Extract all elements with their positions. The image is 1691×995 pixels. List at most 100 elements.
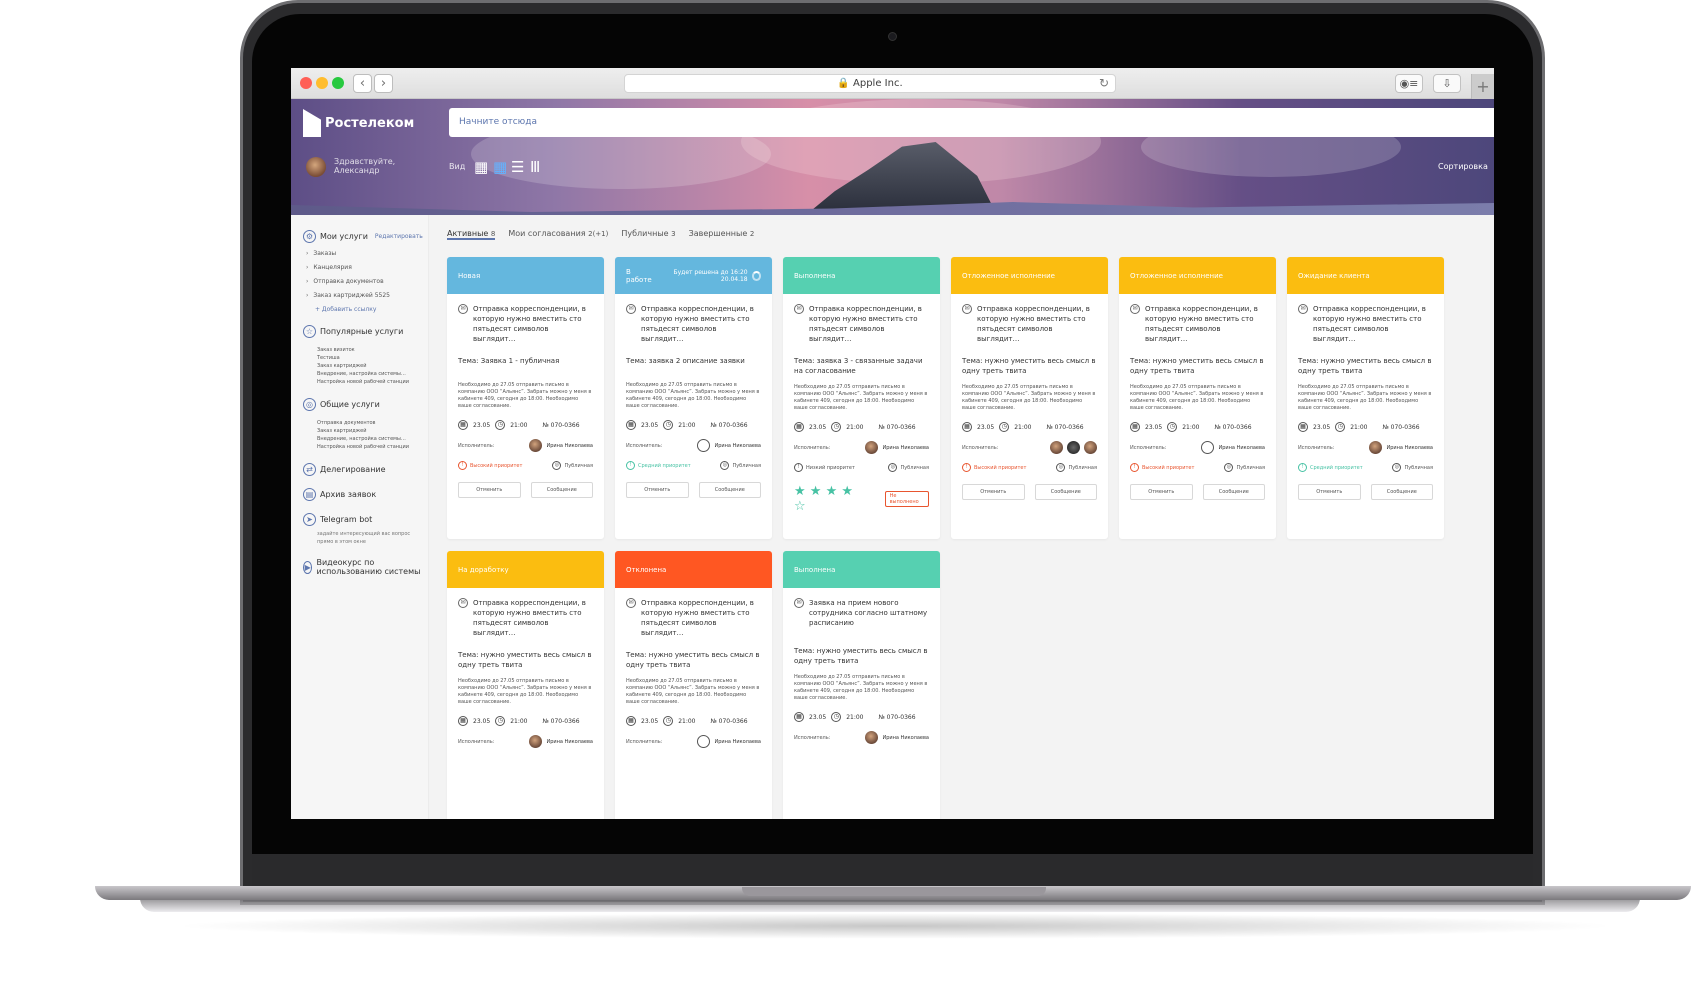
executor-avatar[interactable] — [865, 731, 879, 744]
sidebar-item-test[interactable]: Тестиша — [317, 354, 428, 362]
executor-avatar[interactable] — [1084, 441, 1097, 454]
sidebar-item-workstation[interactable]: Настройка новой рабочей станции — [317, 378, 428, 386]
tab-completed[interactable]: Завершенные 2 — [689, 229, 755, 240]
card-status-header: Отложенное исполнение — [1119, 257, 1276, 294]
request-card[interactable]: Отклонена ✉ Отправка корреспонденции, в к… — [615, 551, 772, 819]
calendar-icon: ▦ — [626, 420, 636, 430]
sort-link[interactable]: Сортировка — [1438, 162, 1488, 171]
executor-avatar[interactable] — [1067, 441, 1080, 454]
cancel-button[interactable]: Отменить — [962, 484, 1025, 500]
archive-link[interactable]: ▤ Архив заявок — [303, 488, 428, 501]
card-status-header: Отложенное исполнение — [951, 257, 1108, 294]
message-button[interactable]: Сообщение — [1202, 484, 1265, 500]
sidebar-item-new-workstation[interactable]: Настройка новой рабочей станции — [317, 443, 428, 451]
clock-icon: ◷ — [495, 716, 506, 726]
calendar-icon: ▦ — [458, 716, 468, 726]
close-window-button[interactable] — [300, 77, 312, 89]
logo[interactable]: Ростелеком — [303, 109, 414, 137]
cancel-button[interactable]: Отменить — [1130, 484, 1193, 500]
request-card[interactable]: Выполнена ✉ Заявка на прием нового сотруд… — [783, 551, 940, 819]
public-icon: ◎ — [1056, 463, 1066, 472]
my-services-icon: ⚙ — [303, 230, 316, 243]
edit-link[interactable]: Редактировать — [375, 233, 423, 240]
calendar-icon: ▦ — [626, 716, 636, 726]
zoom-window-button[interactable] — [332, 77, 344, 89]
sidebar-item-documents[interactable]: Отправка документов — [306, 278, 428, 285]
general-services-icon: ◎ — [303, 398, 316, 411]
message-button[interactable]: Сообщение — [530, 482, 593, 498]
sidebar-item-cartridges[interactable]: Заказ картриджей 5525 — [306, 292, 428, 299]
executor-avatar[interactable] — [1050, 441, 1063, 454]
mail-icon: ✉ — [962, 304, 972, 314]
sidebar-item-cartridge-order[interactable]: Заказ картриджей — [317, 362, 428, 370]
sidebar-item-send-documents[interactable]: Отправка документов — [317, 419, 428, 427]
executor-avatar[interactable] — [529, 735, 543, 748]
telegram-link[interactable]: ➤ Telegram bot — [303, 513, 428, 526]
user-avatar[interactable] — [306, 157, 326, 177]
executor-avatar[interactable] — [865, 441, 879, 454]
tab-approvals[interactable]: Мои согласования 2(+1) — [508, 229, 608, 240]
request-card[interactable]: Отложенное исполнение ✉ Отправка корреспо… — [951, 257, 1108, 539]
tab-public[interactable]: Публичные 3 — [621, 229, 675, 240]
popular-services-list: Заказ визиток Тестиша Заказ картриджей В… — [317, 346, 428, 386]
reader-icon[interactable]: ◉≡ — [1395, 74, 1423, 93]
executor-avatar[interactable] — [1201, 441, 1215, 454]
request-card[interactable]: Ожидание клиента ✉ Отправка корреспонденц… — [1287, 257, 1444, 539]
add-link[interactable]: + Добавить ссылку — [315, 306, 428, 313]
sidebar-item-order-cartridges[interactable]: Заказ картриджей — [317, 427, 428, 435]
calendar-icon: ▦ — [458, 420, 468, 430]
back-button[interactable]: ‹ — [353, 74, 372, 93]
delegation-link[interactable]: ⇄ Делегирование — [303, 463, 428, 476]
address-bar[interactable]: 🔒 Apple Inc. — [624, 74, 1116, 93]
request-card[interactable]: Выполнена ✉ Отправка корреспонденции, в к… — [783, 257, 940, 539]
message-button[interactable]: Сообщение — [1370, 484, 1433, 500]
cancel-button[interactable]: Отменить — [626, 482, 689, 498]
download-icon[interactable]: ⇩ — [1433, 74, 1461, 93]
video-course-link[interactable]: ▶ Видеокурс по использованию системы — [303, 558, 428, 576]
tab-active[interactable]: Активные 8 — [447, 229, 496, 240]
logo-icon — [303, 109, 321, 137]
my-services-heading[interactable]: ⚙ Мои услуги Редактировать — [303, 230, 428, 243]
executor-avatar[interactable] — [529, 439, 543, 452]
sidebar-item-configure-system[interactable]: Внедрение, настройка системы… — [317, 435, 428, 443]
telegram-note: задайте интересующий вас вопрос прямо в … — [317, 531, 411, 545]
card-status-header: Новая — [447, 257, 604, 294]
priority-icon: ! — [626, 461, 635, 470]
rating-stars[interactable]: ★ ★ ★ ★ ☆ — [794, 484, 863, 514]
video-icon: ▶ — [303, 560, 313, 574]
cancel-button[interactable]: Отменить — [458, 482, 521, 498]
request-card[interactable]: В работе Будет решена до 16:20 20.04.18 ✉… — [615, 257, 772, 539]
message-button[interactable]: Сообщение — [698, 482, 761, 498]
sidebar-item-business-cards[interactable]: Заказ визиток — [317, 346, 428, 354]
request-tabs: Активные 8 Мои согласования 2(+1) Публич… — [447, 229, 754, 240]
request-card[interactable]: Новая ✉ Отправка корреспонденции, в котор… — [447, 257, 604, 539]
minimize-window-button[interactable] — [316, 77, 328, 89]
message-button[interactable]: Сообщение — [1034, 484, 1097, 500]
executor-avatar[interactable] — [697, 439, 711, 452]
new-tab-button[interactable]: + — [1471, 74, 1494, 99]
card-status-header: На доработку — [447, 551, 604, 588]
card-status-header: Выполнена — [783, 257, 940, 294]
forward-button[interactable]: › — [374, 74, 393, 93]
sidebar-item-system-setup[interactable]: Внедрение, настройка системы… — [317, 370, 428, 378]
list-view-icon[interactable]: ☰ — [511, 158, 524, 176]
browser-toolbar: ‹ › 🔒 Apple Inc. ↻ ◉≡ ⇩ + — [291, 68, 1494, 99]
logo-text: Ростелеком — [325, 115, 415, 131]
card-status-header: Ожидание клиента — [1287, 257, 1444, 294]
request-card[interactable]: На доработку ✉ Отправка корреспонденции, … — [447, 551, 604, 819]
reload-icon[interactable]: ↻ — [1099, 76, 1109, 90]
sidebar-item-stationery[interactable]: Канцелярия — [306, 264, 428, 271]
executor-avatar[interactable] — [697, 735, 711, 748]
request-card[interactable]: Отложенное исполнение ✉ Отправка корреспо… — [1119, 257, 1276, 539]
not-completed-button[interactable]: Не выполнено — [884, 491, 929, 507]
sidebar-item-orders[interactable]: Заказы — [306, 250, 428, 257]
cancel-button[interactable]: Отменить — [1298, 484, 1361, 500]
executor-avatar[interactable] — [1369, 441, 1383, 454]
grid-small-view-icon[interactable]: ▦ — [474, 158, 488, 176]
columns-view-icon[interactable]: Ⅲ — [530, 158, 540, 176]
popular-services-heading[interactable]: ☆ Популярные услуги — [303, 325, 428, 338]
general-services-heading[interactable]: ◎ Общие услуги — [303, 398, 428, 411]
search-input[interactable]: Начните отсюда — [449, 108, 1494, 137]
grid-large-view-icon[interactable]: ▦ — [493, 158, 507, 176]
delegation-icon: ⇄ — [303, 463, 316, 476]
